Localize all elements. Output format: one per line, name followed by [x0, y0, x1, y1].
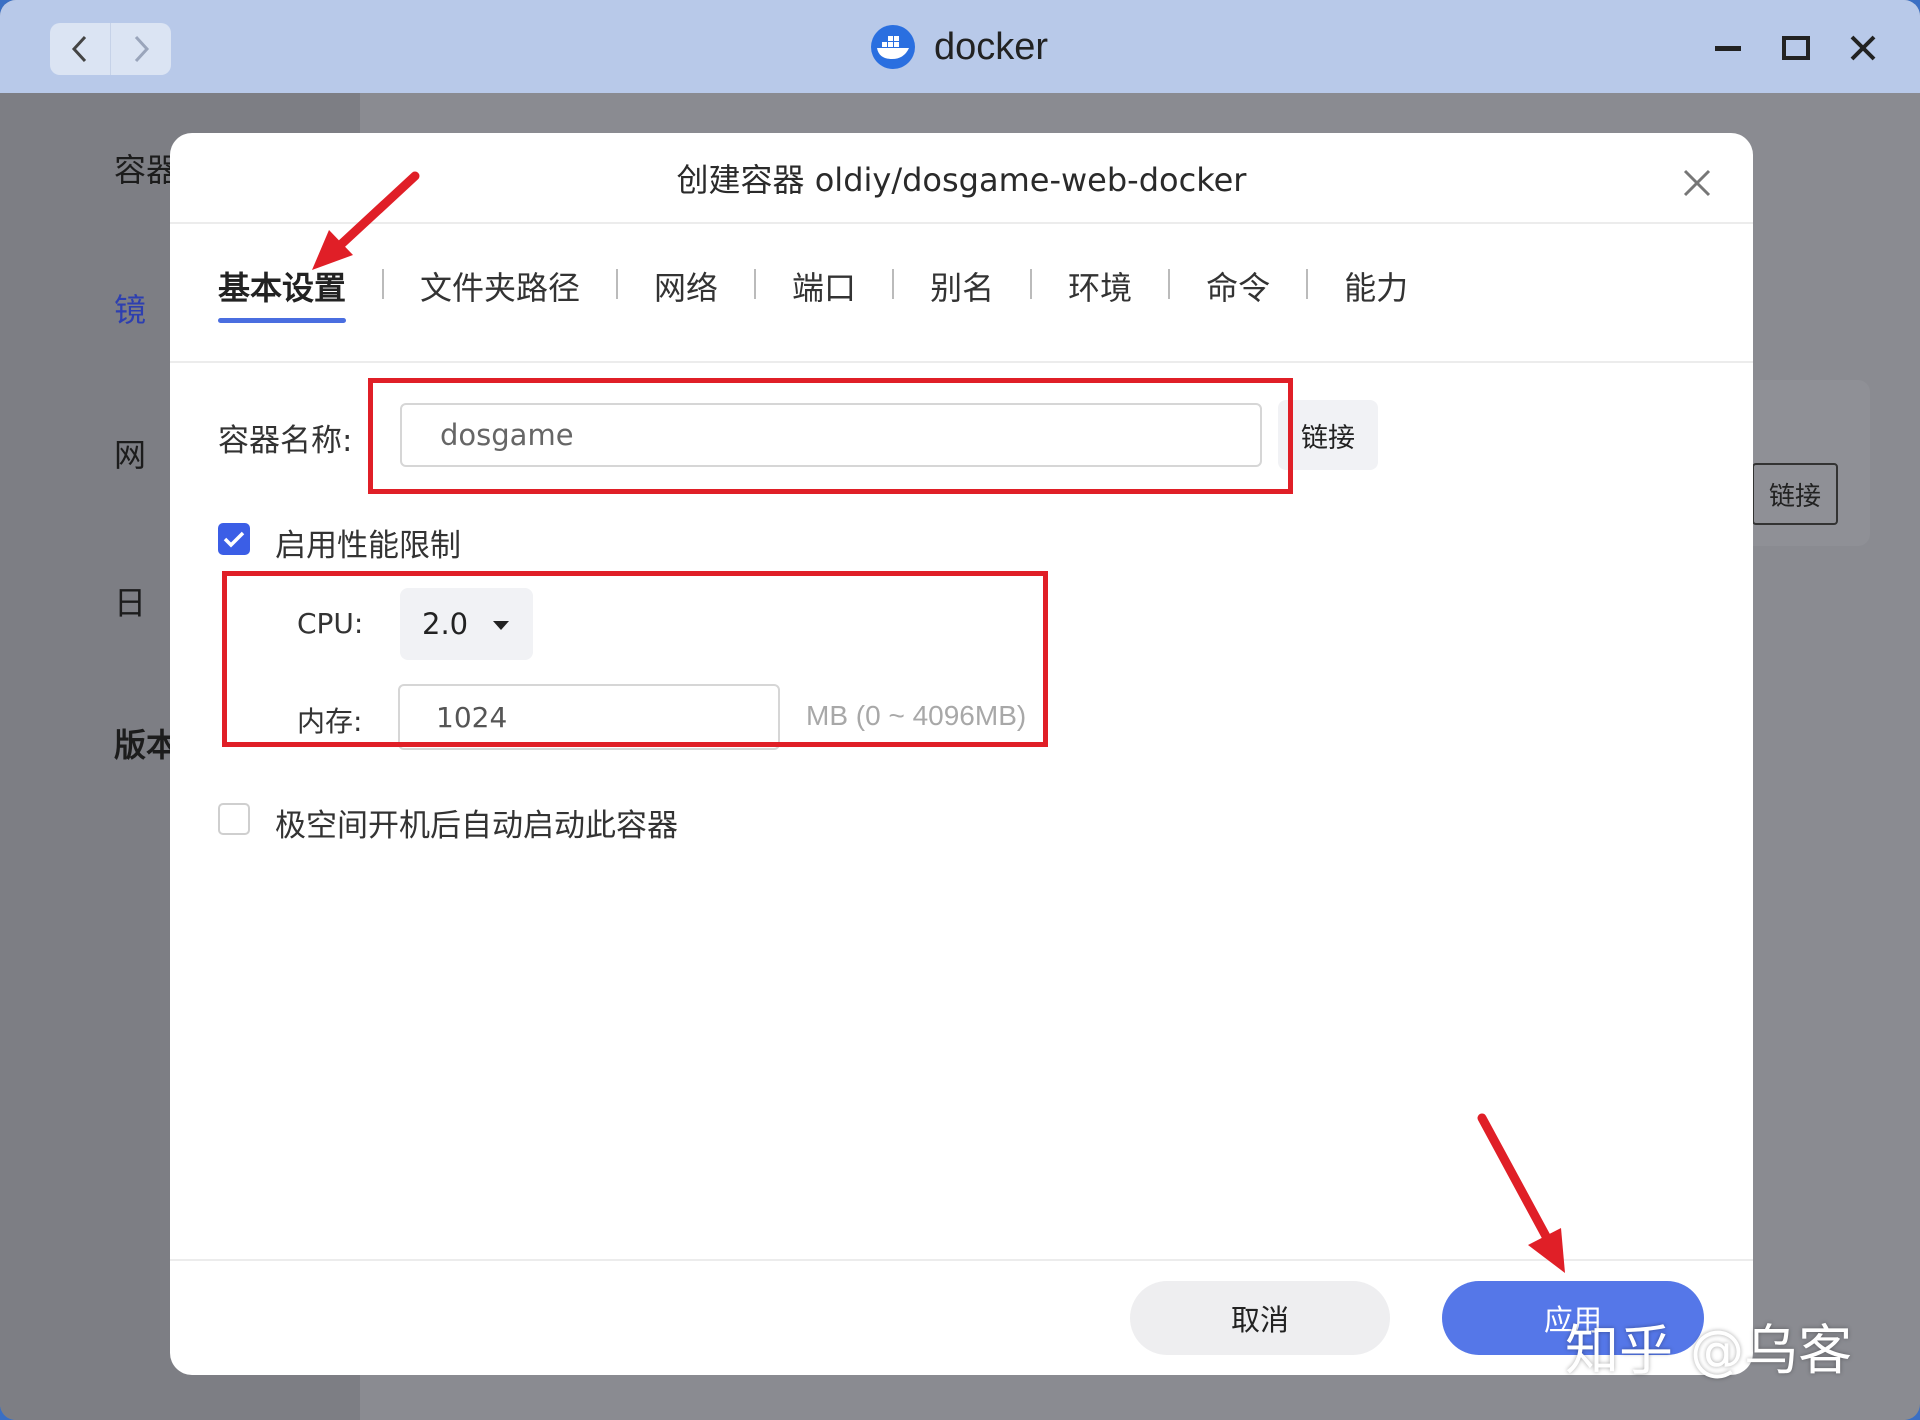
tab-separator [892, 269, 895, 299]
autostart-label: 极空间开机后自动启动此容器 [275, 808, 678, 844]
autostart-checkbox[interactable] [218, 803, 250, 835]
bg-sidebar-item-log[interactable]: 日 [114, 578, 146, 624]
tab-environment[interactable]: 环境 [1068, 263, 1132, 323]
tab-bar: 基本设置 文件夹路径 网络 端口 别名 环境 命令 能力 [218, 263, 1408, 333]
app-title-text: docker [934, 25, 1049, 68]
bg-sidebar-item-container[interactable]: 容器 [114, 145, 178, 191]
back-button[interactable] [50, 23, 110, 75]
dialog-title: 创建容器 oldiy/dosgame-web-docker [676, 161, 1247, 199]
create-container-dialog: 创建容器 oldiy/dosgame-web-docker 基本设置 文件夹路径… [170, 133, 1753, 1375]
highlight-box-name [368, 378, 1293, 494]
tab-network[interactable]: 网络 [654, 263, 718, 323]
close-icon [1683, 169, 1711, 197]
docker-logo-icon [871, 25, 915, 69]
tab-capability[interactable]: 能力 [1344, 263, 1408, 323]
forward-button[interactable] [110, 23, 171, 75]
bg-sidebar-version: 版本 [114, 726, 179, 764]
maximize-icon [1782, 36, 1810, 60]
window-close-button[interactable] [1843, 28, 1883, 68]
close-icon [1850, 35, 1876, 61]
tab-alias[interactable]: 别名 [930, 263, 994, 323]
tab-separator [1168, 269, 1171, 299]
app-window: docker 容器 镜 网 日 版本 链接 创建容器 oldiy/dosgame… [0, 0, 1920, 1420]
bg-sidebar-item-network[interactable]: 网 [114, 430, 146, 476]
checkmark-icon [223, 531, 245, 548]
perf-limit-label: 启用性能限制 [275, 528, 461, 564]
perf-limit-checkbox[interactable] [218, 523, 250, 555]
tab-separator [1030, 269, 1033, 299]
bg-link-button[interactable]: 链接 [1752, 463, 1838, 525]
title-divider [170, 222, 1753, 224]
maximize-button[interactable] [1776, 28, 1816, 68]
app-title: docker [870, 20, 1048, 74]
tab-separator [754, 269, 757, 299]
watermark: 知乎 @乌客 [1565, 1319, 1853, 1382]
minimize-button[interactable] [1708, 28, 1748, 68]
highlight-box-limits [222, 571, 1048, 747]
tab-port[interactable]: 端口 [792, 263, 856, 323]
tab-command[interactable]: 命令 [1206, 263, 1270, 323]
tab-separator [616, 269, 619, 299]
link-button[interactable]: 链接 [1278, 400, 1378, 470]
footer-divider [170, 1259, 1753, 1261]
tab-folder-path[interactable]: 文件夹路径 [420, 263, 580, 323]
tab-separator [1306, 269, 1309, 299]
bg-sidebar-item-image[interactable]: 镜 [114, 285, 146, 331]
title-bar: docker [0, 0, 1920, 93]
tabs-divider [170, 361, 1753, 363]
minimize-icon [1715, 46, 1741, 51]
back-icon [71, 35, 87, 63]
dialog-close-button[interactable] [1681, 167, 1713, 199]
container-name-label: 容器名称: [218, 423, 353, 459]
tab-separator [382, 269, 385, 299]
tab-basic-settings[interactable]: 基本设置 [218, 263, 347, 323]
cancel-button[interactable]: 取消 [1130, 1281, 1390, 1355]
forward-icon [134, 35, 150, 63]
nav-button-group [50, 23, 171, 75]
